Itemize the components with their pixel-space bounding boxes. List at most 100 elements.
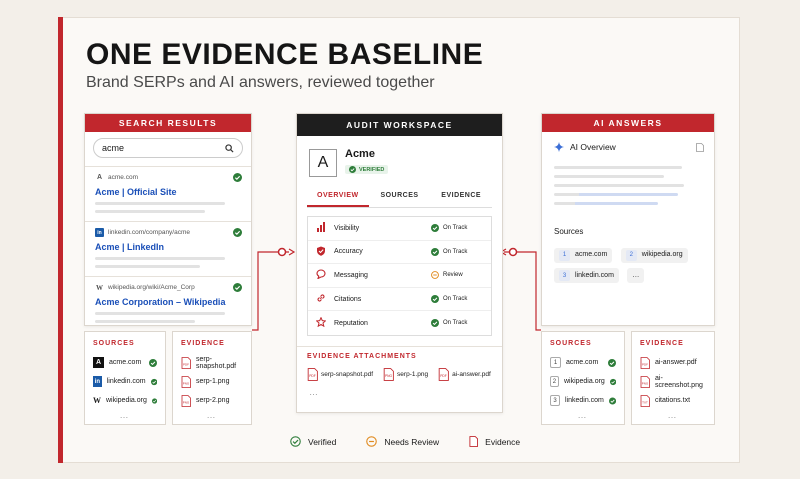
- verified-check-icon: [233, 228, 242, 237]
- tab-evidence[interactable]: EVIDENCE: [430, 184, 492, 207]
- evidence-item[interactable]: PDF serp-snapshot.pdf: [173, 353, 251, 372]
- evidence-header: EVIDENCE: [181, 340, 225, 347]
- evidence-item[interactable]: PNG ai-screenshot.png: [632, 372, 714, 391]
- evidence-item[interactable]: PNG serp-1.png: [173, 372, 251, 391]
- needs-review-icon: [366, 436, 378, 447]
- source-item[interactable]: 1 acme.com: [542, 353, 624, 372]
- source-pill[interactable]: 3 linkedin.com: [554, 268, 619, 283]
- svg-text:PDF: PDF: [183, 362, 189, 366]
- result-url: wikipedia.org/wiki/Acme_Corp: [108, 284, 195, 291]
- verified-check-icon: [431, 319, 439, 328]
- result-url: linkedin.com/company/acme: [108, 229, 191, 236]
- search-results-panel: SEARCH RESULTS acme Aacme.com Acme | Off…: [84, 113, 252, 326]
- evidence-header: EVIDENCE: [640, 340, 684, 347]
- verified-check-icon: [431, 247, 439, 256]
- more-indicator: …: [667, 410, 679, 420]
- metric-row[interactable]: Messaging Review: [308, 264, 491, 288]
- chat-bubble-icon: [316, 269, 326, 281]
- tab-sources[interactable]: SOURCES: [369, 184, 431, 207]
- needs-review-icon: [431, 271, 439, 280]
- attachments-header: EVIDENCE ATTACHMENTS: [307, 352, 417, 360]
- more-indicator: …: [206, 410, 218, 420]
- ai-overview-label: AI Overview: [570, 142, 616, 152]
- result-title[interactable]: Acme | LinkedIn: [95, 242, 241, 252]
- wikipedia-logo-icon: W: [93, 396, 101, 405]
- search-query: acme: [102, 143, 125, 153]
- audit-workspace-panel: AUDIT WORKSPACE A Acme VERIFIED OVERVIEW…: [296, 113, 503, 413]
- search-result[interactable]: Aacme.com Acme | Official Site: [85, 166, 251, 221]
- svg-text:PNG: PNG: [183, 381, 190, 385]
- verified-check-icon: [151, 397, 157, 404]
- more-pill[interactable]: …: [627, 268, 645, 283]
- verified-check-icon: [608, 396, 616, 405]
- more-indicator: …: [119, 410, 131, 420]
- verified-check-icon: [349, 166, 356, 173]
- document-icon: [696, 143, 704, 152]
- ai-answers-header: AI ANSWERS: [542, 114, 714, 132]
- brand-avatar: A: [309, 149, 337, 177]
- source-item[interactable]: Aacme.com: [85, 353, 165, 372]
- file-icon: TXT: [640, 394, 650, 407]
- more-indicator: …: [577, 410, 589, 420]
- acme-logo-icon: A: [93, 357, 104, 368]
- source-item[interactable]: 2 wikipedia.org: [542, 372, 624, 391]
- evidence-item[interactable]: PDF ai-answer.pdf: [632, 353, 714, 372]
- verified-badge: VERIFIED: [345, 165, 389, 174]
- source-pill[interactable]: 2 wikipedia.org: [620, 247, 688, 263]
- more-indicator: …: [309, 386, 318, 397]
- legend-item-needs-review: Needs Review: [366, 436, 439, 447]
- file-icon: PDF: [640, 356, 650, 369]
- verified-check-icon: [431, 295, 439, 304]
- sources-label: Sources: [554, 227, 584, 236]
- attachment-item[interactable]: PNG serp-1.png: [383, 368, 428, 381]
- metric-row[interactable]: Accuracy On Track: [308, 241, 491, 265]
- metric-row[interactable]: Citations On Track: [308, 288, 491, 312]
- search-box[interactable]: acme: [93, 138, 243, 158]
- file-icon: PNG: [383, 368, 394, 381]
- source-item[interactable]: 3 linkedin.com: [542, 391, 624, 410]
- metrics-table: Visibility On Track Accuracy On Track Me…: [307, 216, 492, 336]
- metric-row[interactable]: Visibility On Track: [308, 217, 491, 241]
- tab-overview[interactable]: OVERVIEW: [307, 184, 369, 207]
- file-icon: PNG: [181, 394, 191, 407]
- star-icon: [315, 316, 327, 328]
- svg-text:PDF: PDF: [642, 362, 648, 366]
- result-url: acme.com: [108, 174, 138, 181]
- verified-check-icon: [149, 358, 157, 367]
- file-icon: [469, 436, 479, 447]
- verified-check-icon: [233, 283, 242, 292]
- result-title[interactable]: Acme Corporation – Wikipedia: [95, 297, 241, 307]
- svg-text:PDF: PDF: [309, 374, 316, 378]
- legend-item-verified: Verified: [290, 436, 336, 447]
- evidence-item[interactable]: PNG serp-2.png: [173, 391, 251, 410]
- linkedin-logo-icon: in: [93, 376, 102, 387]
- shield-icon: [317, 246, 325, 256]
- legend-item-evidence: Evidence: [469, 436, 520, 447]
- source-item[interactable]: Wwikipedia.org: [85, 391, 165, 410]
- search-result[interactable]: in linkedin.com/company/acme Acme | Linke…: [85, 221, 251, 276]
- source-pill[interactable]: 1 acme.com: [554, 247, 613, 263]
- file-icon: PDF: [181, 356, 191, 369]
- verified-check-icon: [290, 436, 301, 447]
- sources-header: SOURCES: [550, 340, 592, 347]
- source-item[interactable]: in linkedin.com: [85, 372, 165, 391]
- attachment-item[interactable]: PDF serp-snapshot.pdf: [307, 368, 373, 381]
- svg-text:PNG: PNG: [183, 400, 190, 404]
- workspace-tabs: OVERVIEW SOURCES EVIDENCE: [307, 184, 492, 208]
- search-results-header: SEARCH RESULTS: [85, 114, 251, 132]
- ai-sources-card: SOURCES 1 acme.com 2 wikipedia.org 3 linked…: [541, 331, 625, 425]
- search-sources-card: SOURCES Aacme.com in linkedin.com Wwikipe…: [84, 331, 166, 425]
- svg-text:PNG: PNG: [642, 381, 649, 385]
- file-icon: PNG: [181, 375, 191, 388]
- search-result[interactable]: Wwikipedia.org/wiki/Acme_Corp Acme Corpo…: [85, 276, 251, 331]
- metric-row[interactable]: Reputation On Track: [308, 311, 491, 335]
- sources-header: SOURCES: [93, 340, 135, 347]
- verified-check-icon: [609, 378, 616, 385]
- file-icon: PNG: [640, 375, 650, 388]
- brand-name: Acme: [345, 148, 375, 160]
- attachment-item[interactable]: PDF ai-answer.pdf: [438, 368, 491, 381]
- result-title[interactable]: Acme | Official Site: [95, 187, 241, 197]
- ai-evidence-card: EVIDENCE PDF ai-answer.pdf PNG ai-screensh…: [631, 331, 715, 425]
- verified-check-icon: [233, 173, 242, 182]
- evidence-item[interactable]: TXT citations.txt: [632, 391, 714, 410]
